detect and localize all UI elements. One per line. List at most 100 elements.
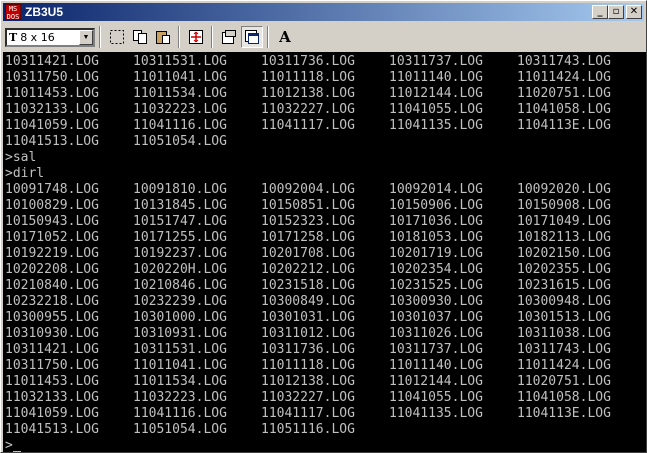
console-filename: 10301513.LOG	[517, 310, 611, 325]
console-filename: 10150943.LOG	[5, 214, 99, 229]
console-filename: 10231525.LOG	[389, 278, 483, 293]
console-filename: 11011041.LOG	[133, 70, 227, 85]
console-filename: 10311531.LOG	[133, 54, 227, 69]
console-filename: 11012144.LOG	[389, 374, 483, 389]
console-filename: 10300955.LOG	[5, 310, 99, 325]
console-filename: 11041055.LOG	[389, 390, 483, 405]
console-filename: 10181053.LOG	[389, 230, 483, 245]
console-filename: 11011534.LOG	[133, 86, 227, 101]
console-filename: 10311737.LOG	[389, 342, 483, 357]
font-size-value: 8 x 16	[20, 30, 55, 44]
console-filename: 10182113.LOG	[517, 230, 611, 245]
console-filename: 11032227.LOG	[261, 102, 355, 117]
console-filename: 10311421.LOG	[5, 54, 99, 69]
console-filename: 11051054.LOG	[133, 134, 227, 149]
console-output[interactable]: 10311421.LOG 10311531.LOG 10311736.LOG 1031…	[3, 52, 646, 452]
console-filename: 10192237.LOG	[133, 246, 227, 261]
console-filename: 10311743.LOG	[517, 342, 611, 357]
console-filename: 11041058.LOG	[517, 390, 611, 405]
console-filename: 11041513.LOG	[5, 422, 99, 437]
console-filename: 11032133.LOG	[5, 390, 99, 405]
title-bar[interactable]: MS DOS ZB3U5 _ ▫ ✕	[3, 3, 644, 21]
console-filename: 10192219.LOG	[5, 246, 99, 261]
console-filename: 10202212.LOG	[261, 262, 355, 277]
window-title: ZB3U5	[25, 5, 64, 19]
console-filename: 11041059.LOG	[5, 118, 99, 133]
console-filename: 11041055.LOG	[389, 102, 483, 117]
chevron-down-icon[interactable]: ▼	[79, 29, 93, 45]
console-filename: 11051054.LOG	[133, 422, 227, 437]
console-filename: 10201719.LOG	[389, 246, 483, 261]
console-filename: 10300948.LOG	[517, 294, 611, 309]
console-filename: 10311737.LOG	[389, 54, 483, 69]
fullscreen-icon[interactable]	[185, 26, 207, 48]
console-filename: 11041116.LOG	[133, 118, 227, 133]
console-filename: 10311531.LOG	[133, 342, 227, 357]
console-filename: 10301031.LOG	[261, 310, 355, 325]
console-filename: 10311026.LOG	[389, 326, 483, 341]
console-window: MS DOS ZB3U5 _ ▫ ✕ T 8 x 16 ▼ A 10311421…	[0, 0, 647, 453]
console-filename: 11041117.LOG	[261, 118, 355, 133]
console-filename: 11041513.LOG	[5, 134, 99, 149]
font-icon[interactable]: A	[274, 26, 296, 48]
console-filename: 11020751.LOG	[517, 374, 611, 389]
toolbar-separator	[267, 26, 269, 48]
console-filename: 10131845.LOG	[133, 198, 227, 213]
msdos-icon[interactable]: MS DOS	[5, 4, 21, 21]
console-filename: 10202354.LOG	[389, 262, 483, 277]
console-filename: 10300849.LOG	[261, 294, 355, 309]
console-filename: 11032223.LOG	[133, 102, 227, 117]
console-filename: 11011424.LOG	[517, 70, 611, 85]
console-filename: 11011140.LOG	[389, 70, 483, 85]
console-filename: 11020751.LOG	[517, 86, 611, 101]
console-filename: 10311750.LOG	[5, 358, 99, 373]
window-controls: _ ▫ ✕	[592, 5, 642, 19]
console-filename: 10150906.LOG	[389, 198, 483, 213]
close-button[interactable]: ✕	[626, 5, 642, 19]
properties-icon[interactable]	[218, 26, 240, 48]
console-filename: 11011453.LOG	[5, 86, 99, 101]
font-size-select[interactable]: T 8 x 16 ▼	[5, 27, 95, 47]
console-filename: 10091748.LOG	[5, 182, 99, 197]
console-filename: 10091810.LOG	[133, 182, 227, 197]
console-filename: 10232239.LOG	[133, 294, 227, 309]
toolbar-separator	[178, 26, 180, 48]
paste-icon[interactable]	[152, 26, 174, 48]
console-filename: 10232218.LOG	[5, 294, 99, 309]
toolbar-separator	[211, 26, 213, 48]
console-filename: 10310931.LOG	[133, 326, 227, 341]
truetype-icon: T	[9, 30, 18, 44]
console-filename: 10231518.LOG	[261, 278, 355, 293]
console-filename: 11041116.LOG	[133, 406, 227, 421]
copy-icon[interactable]	[129, 26, 151, 48]
text-cursor	[13, 451, 21, 452]
background-icon[interactable]	[241, 26, 263, 48]
console-filename: 11012138.LOG	[261, 374, 355, 389]
console-filename: 10150908.LOG	[517, 198, 611, 213]
console-prompt: >sal	[5, 150, 37, 165]
console-filename: 10202355.LOG	[517, 262, 611, 277]
console-filename: 10202208.LOG	[5, 262, 99, 277]
console-filename: 10210840.LOG	[5, 278, 99, 293]
console-filename: 1104113E.LOG	[517, 118, 611, 133]
console-filename: 10311012.LOG	[261, 326, 355, 341]
console-filename: 11041059.LOG	[5, 406, 99, 421]
toolbar-separator	[99, 26, 101, 48]
console-filename: 11032223.LOG	[133, 390, 227, 405]
console-filename: 11032133.LOG	[5, 102, 99, 117]
console-filename: 10171036.LOG	[389, 214, 483, 229]
console-filename: 11012144.LOG	[389, 86, 483, 101]
console-filename: 10210846.LOG	[133, 278, 227, 293]
console-filename: 10092020.LOG	[517, 182, 611, 197]
toolbar: T 8 x 16 ▼ A	[3, 24, 644, 50]
console-filename: 10231615.LOG	[517, 278, 611, 293]
console-filename: 11011118.LOG	[261, 70, 355, 85]
console-filename: 10311743.LOG	[517, 54, 611, 69]
console-filename: 10150851.LOG	[261, 198, 355, 213]
console-filename: 10171255.LOG	[133, 230, 227, 245]
restore-button[interactable]: ▫	[608, 5, 624, 19]
minimize-button[interactable]: _	[592, 5, 608, 19]
mark-icon[interactable]	[106, 26, 128, 48]
console-filename: 10100829.LOG	[5, 198, 99, 213]
console-filename: 11041135.LOG	[389, 406, 483, 421]
